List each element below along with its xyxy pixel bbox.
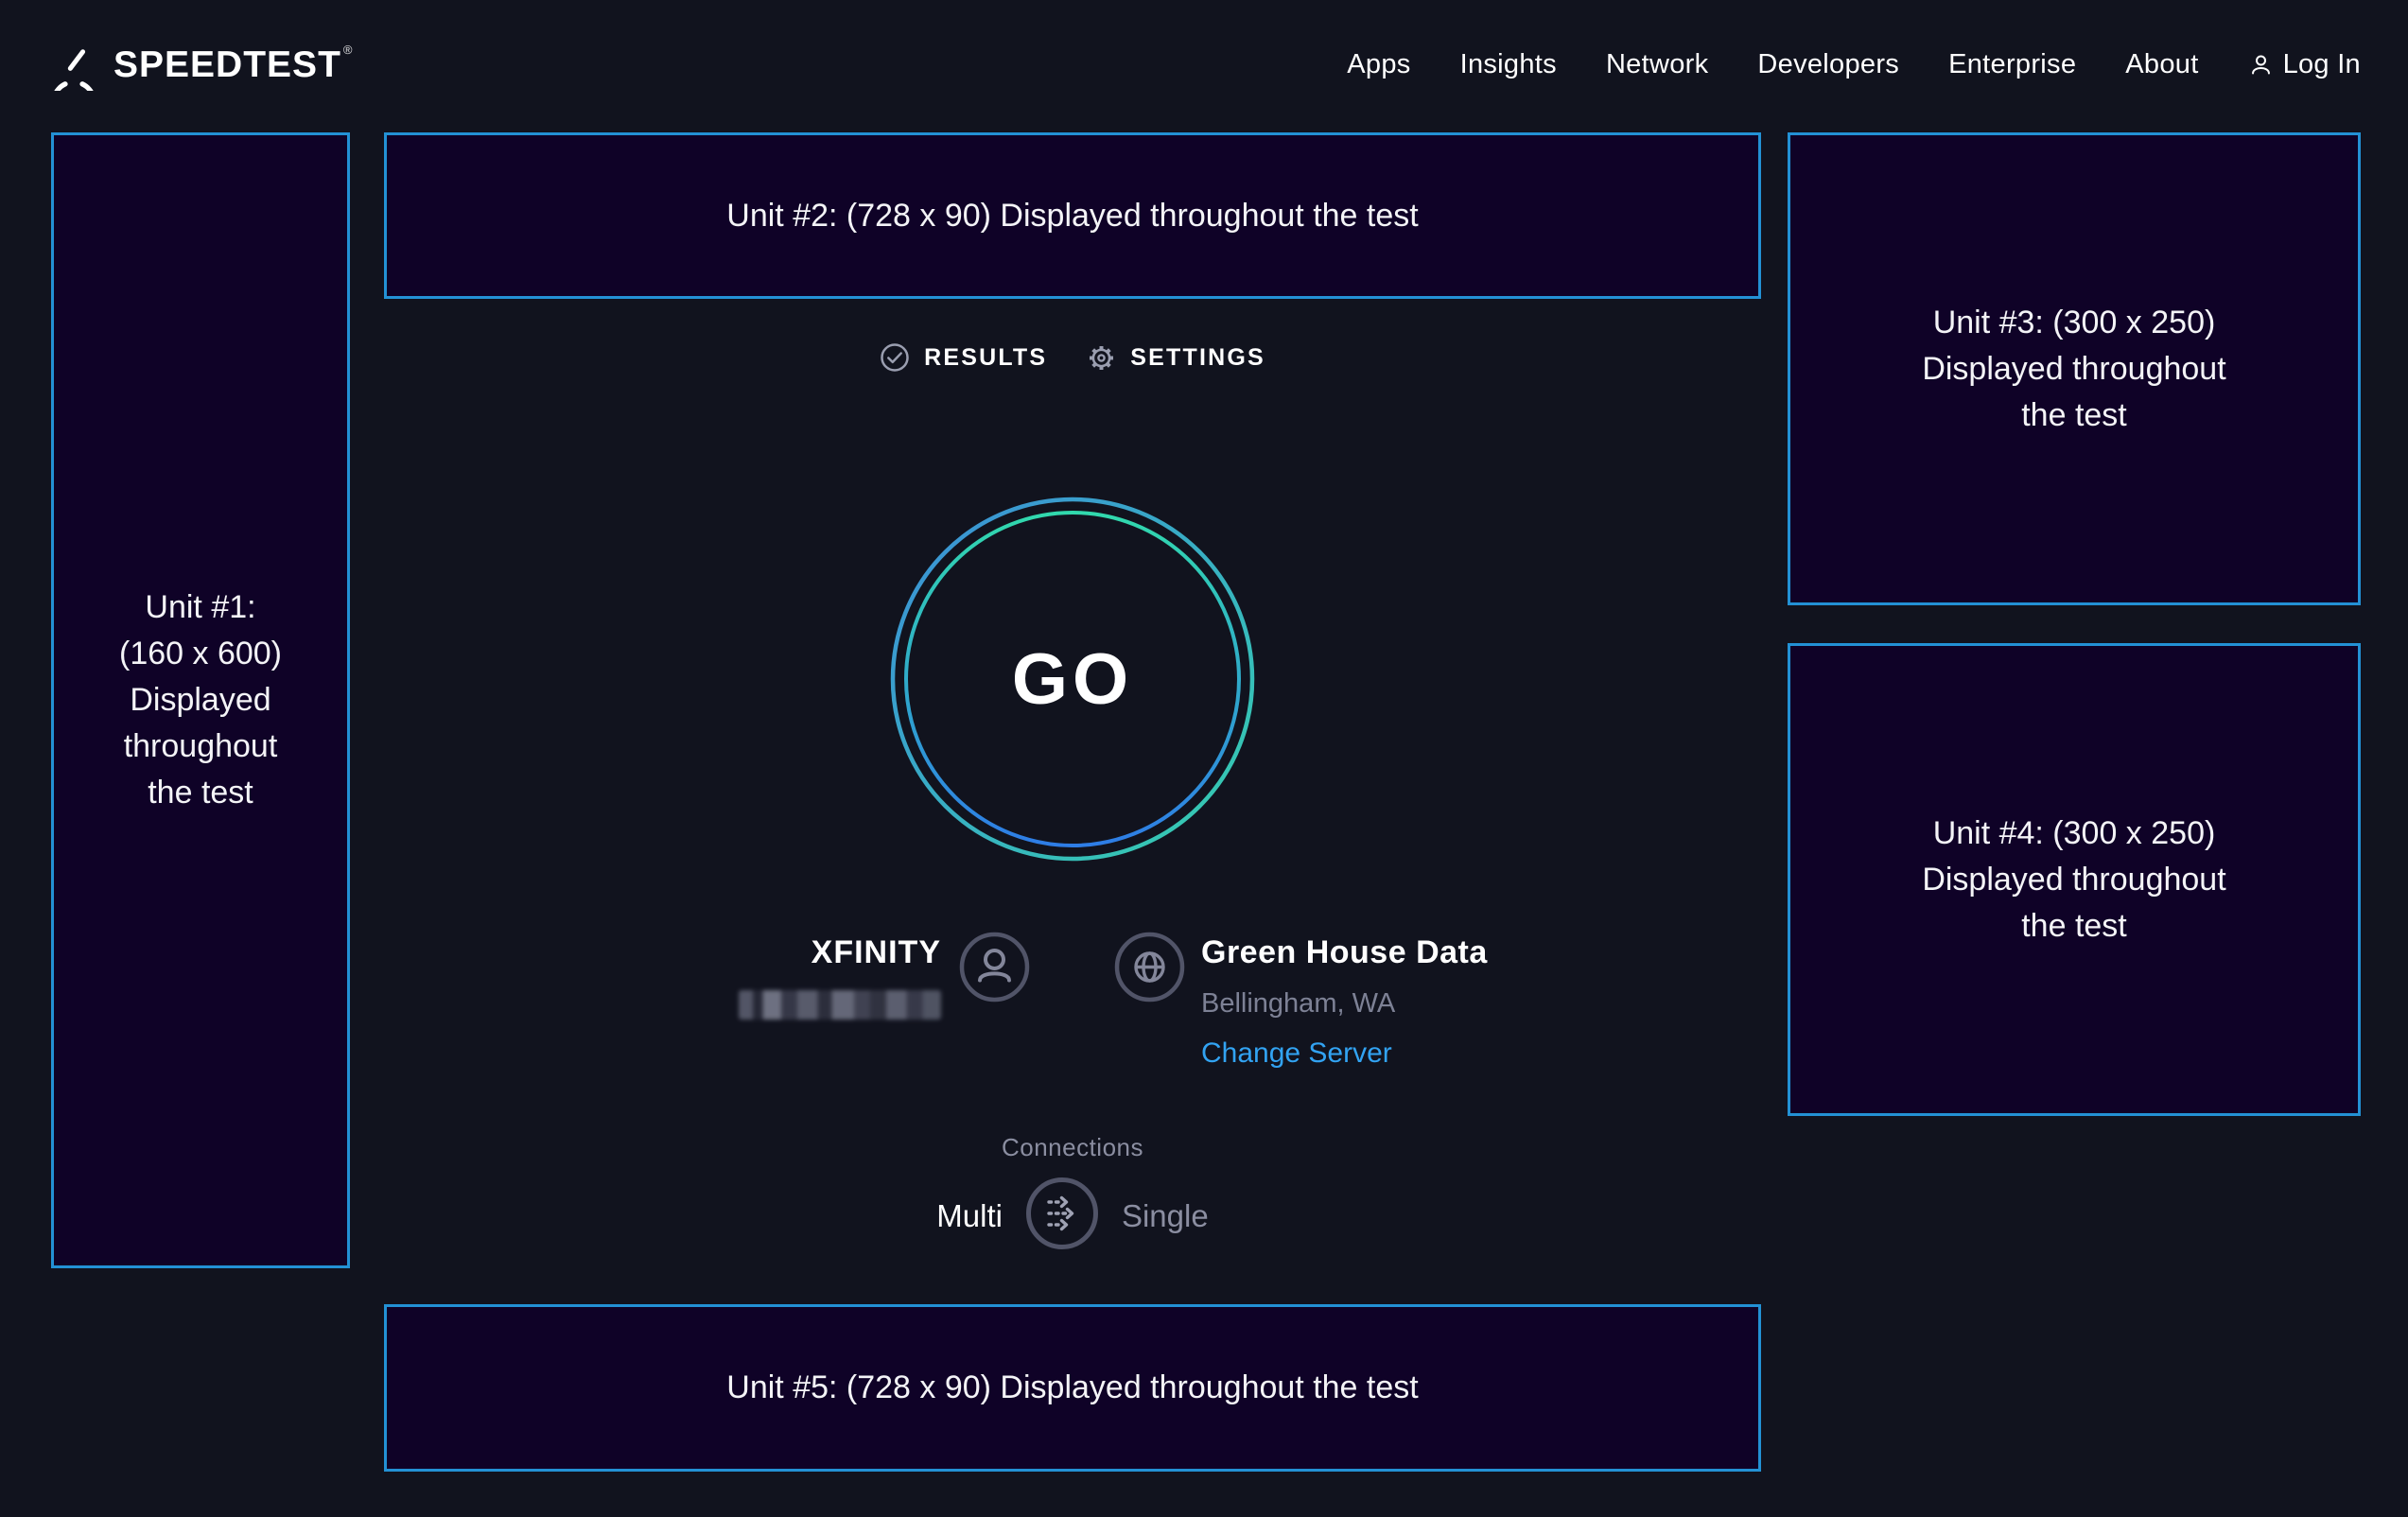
connections-option-multi[interactable]: Multi xyxy=(936,1198,1003,1234)
nav-item-developers[interactable]: Developers xyxy=(1757,49,1899,80)
login-label: Log In xyxy=(2283,49,2361,80)
speedtest-page: SPEEDTEST® Apps Insights Network Develop… xyxy=(0,0,2408,1517)
connections-toggle-row: Multi Single xyxy=(384,1177,1761,1255)
tab-settings[interactable]: SETTINGS xyxy=(1087,343,1265,373)
user-avatar-icon xyxy=(959,932,1030,1007)
brand-name: SPEEDTEST® xyxy=(113,43,353,86)
globe-icon xyxy=(1114,932,1185,1007)
ad-text-line: throughout xyxy=(124,724,278,770)
connections-option-single[interactable]: Single xyxy=(1122,1198,1209,1234)
ad-text-line: the test xyxy=(2021,392,2127,439)
ad-text-line: Unit #1: xyxy=(145,584,255,631)
person-icon xyxy=(2248,52,2274,78)
gear-icon xyxy=(1087,343,1116,373)
ad-text-line: the test xyxy=(2021,903,2127,950)
tab-results[interactable]: RESULTS xyxy=(880,342,1047,373)
ad-unit-3-rectangle: Unit #3: (300 x 250) Displayed throughou… xyxy=(1788,132,2361,605)
ad-text-line: Unit #2: (728 x 90) Displayed throughout… xyxy=(726,193,1418,239)
nav-item-about[interactable]: About xyxy=(2125,49,2198,80)
nav-item-insights[interactable]: Insights xyxy=(1460,49,1557,80)
ad-text-line: Displayed throughout xyxy=(1922,857,2225,903)
top-nav-bar: SPEEDTEST® Apps Insights Network Develop… xyxy=(0,0,2408,129)
nav-item-enterprise[interactable]: Enterprise xyxy=(1948,49,2076,80)
ad-unit-5-leaderboard: Unit #5: (728 x 90) Displayed throughout… xyxy=(384,1304,1761,1472)
speedtest-logo[interactable]: SPEEDTEST® xyxy=(47,38,353,91)
server-location: Bellingham, WA xyxy=(1201,988,1488,1019)
trademark-mark: ® xyxy=(343,43,354,57)
check-circle-icon xyxy=(880,342,910,373)
ip-address-redacted xyxy=(739,990,941,1020)
change-server-link[interactable]: Change Server xyxy=(1201,1037,1488,1069)
ad-unit-4-rectangle: Unit #4: (300 x 250) Displayed throughou… xyxy=(1788,643,2361,1116)
ad-text-line: Unit #3: (300 x 250) xyxy=(1933,300,2216,346)
ad-text-line: Displayed throughout xyxy=(1922,346,2225,392)
go-button-label: GO xyxy=(883,490,1262,868)
ad-text-line: (160 x 600) xyxy=(119,631,282,677)
go-button[interactable]: GO xyxy=(883,490,1262,868)
ad-unit-1-skyscraper: Unit #1: (160 x 600) Displayed throughou… xyxy=(51,132,350,1268)
nav-item-apps[interactable]: Apps xyxy=(1347,49,1410,80)
nav-item-network[interactable]: Network xyxy=(1606,49,1708,80)
ad-unit-2-leaderboard: Unit #2: (728 x 90) Displayed throughout… xyxy=(384,132,1761,299)
ad-text-line: Displayed xyxy=(130,677,270,724)
ad-text-line: Unit #5: (728 x 90) Displayed throughout… xyxy=(726,1365,1418,1411)
ad-text-line: the test xyxy=(148,770,253,816)
ad-text-line: Unit #4: (300 x 250) xyxy=(1933,811,2216,857)
main-nav: Apps Insights Network Developers Enterpr… xyxy=(1347,49,2361,80)
login-button[interactable]: Log In xyxy=(2248,49,2361,80)
multi-connection-arrows-icon[interactable] xyxy=(1025,1177,1099,1255)
tab-settings-label: SETTINGS xyxy=(1130,344,1265,372)
connections-label: Connections xyxy=(384,1133,1761,1162)
server-name: Green House Data xyxy=(1201,934,1488,970)
server-info: Green House Data Bellingham, WA Change S… xyxy=(1201,934,1488,1069)
speedometer-gauge-icon xyxy=(47,38,100,91)
isp-name: XFINITY xyxy=(605,934,941,971)
tab-results-label: RESULTS xyxy=(924,344,1047,372)
results-settings-tabs: RESULTS xyxy=(384,342,1761,373)
